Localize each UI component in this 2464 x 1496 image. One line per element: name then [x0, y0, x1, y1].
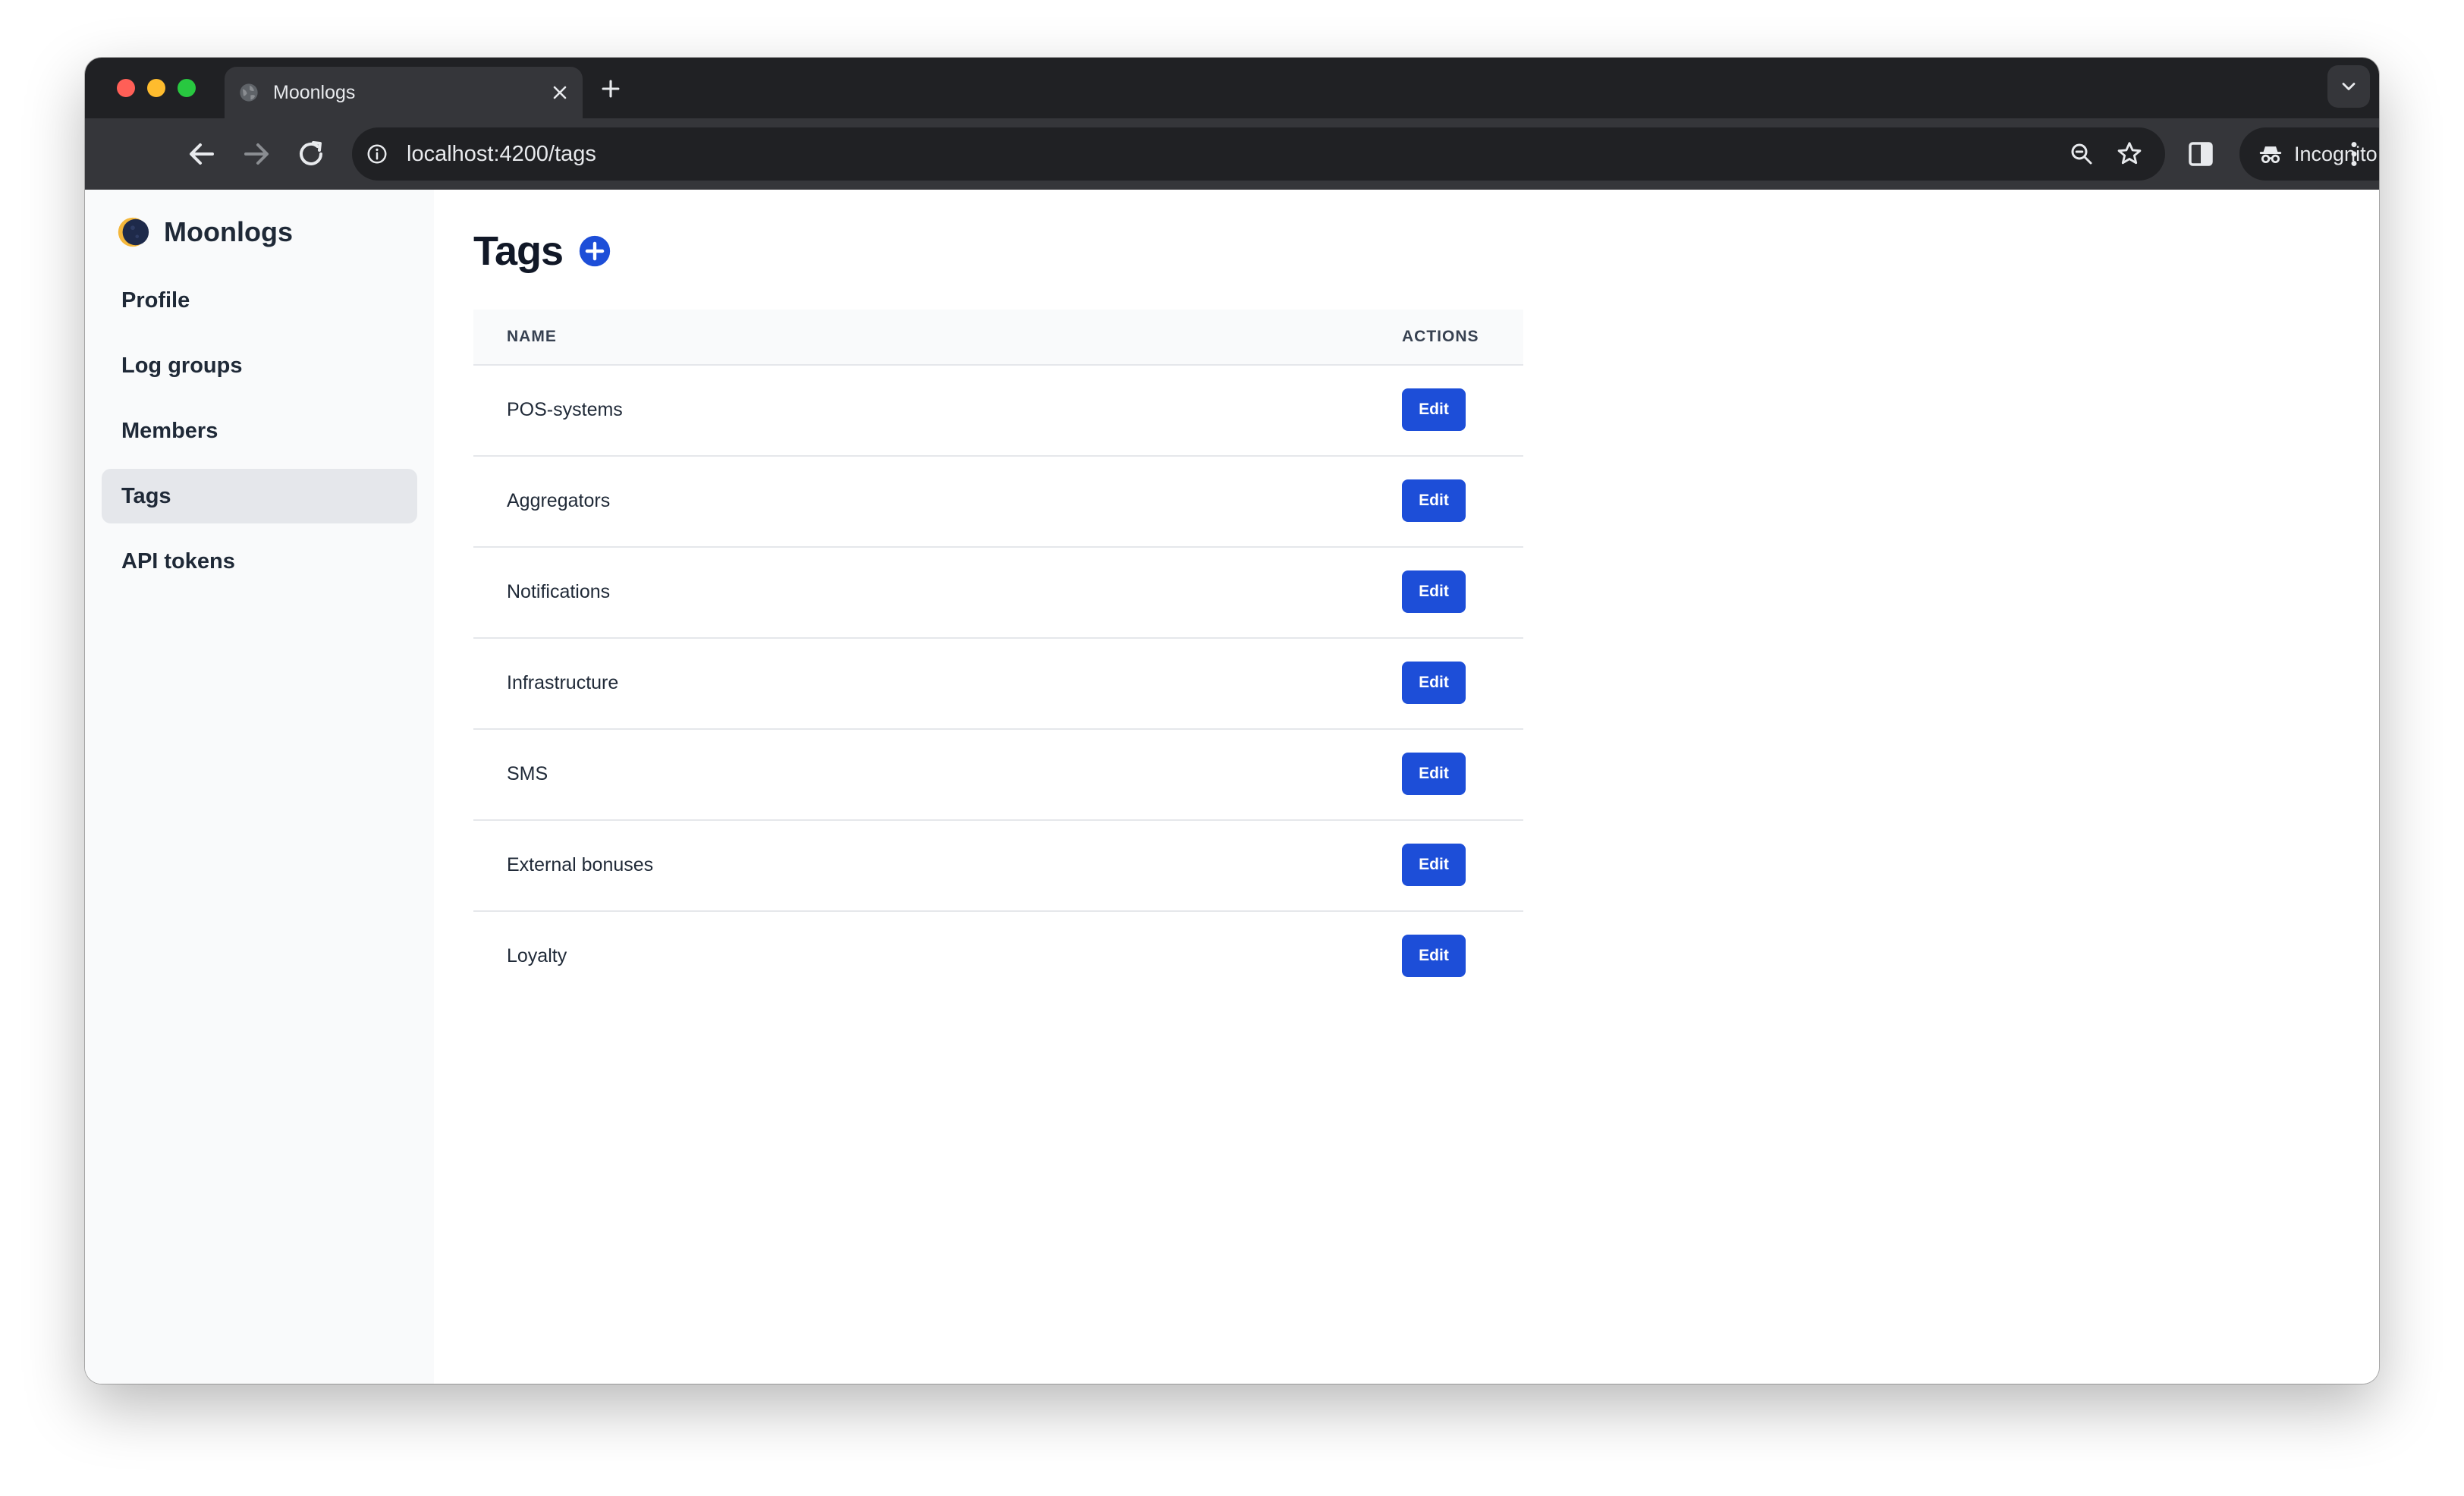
- tag-name: POS-systems: [507, 399, 623, 420]
- sidebar-item-members[interactable]: Members: [102, 404, 417, 458]
- table-row: Notifications Edit: [473, 548, 1523, 639]
- edit-button[interactable]: Edit: [1402, 753, 1466, 795]
- chevron-down-icon: [2342, 83, 2356, 90]
- url-text: localhost:4200/tags: [407, 142, 596, 166]
- tag-name: Infrastructure: [507, 672, 619, 693]
- page-header: Tags: [473, 228, 611, 275]
- page-content: Moonlogs Profile Log groups Members Tags…: [85, 190, 2379, 1384]
- brand-name: Moonlogs: [164, 216, 293, 247]
- sidebar-item-api-tokens[interactable]: API tokens: [102, 534, 417, 589]
- browser-toolbar: localhost:4200/tags Incognito: [85, 118, 2379, 190]
- tab-strip: Moonlogs: [85, 58, 2379, 118]
- more-vertical-icon[interactable]: [2337, 137, 2371, 171]
- column-header-actions: ACTIONS: [1402, 328, 1479, 345]
- zoom-icon[interactable]: [2068, 140, 2095, 168]
- tag-name: External bonuses: [507, 854, 654, 875]
- edit-button[interactable]: Edit: [1402, 479, 1466, 522]
- edit-button[interactable]: Edit: [1402, 844, 1466, 886]
- tag-name: SMS: [507, 763, 548, 784]
- edit-button[interactable]: Edit: [1402, 388, 1466, 431]
- minimize-window-button[interactable]: [147, 79, 165, 97]
- page-title: Tags: [473, 228, 564, 274]
- table-row: Loyalty Edit: [473, 912, 1523, 1001]
- column-header-name: NAME: [507, 328, 557, 345]
- moon-logo-icon: [118, 217, 149, 247]
- reload-icon[interactable]: [293, 136, 329, 172]
- edit-button[interactable]: Edit: [1402, 935, 1466, 977]
- tag-name: Loyalty: [507, 945, 567, 966]
- tags-table: NAME ACTIONS POS-systems Edit Aggregator…: [473, 310, 1523, 1001]
- maximize-window-button[interactable]: [178, 79, 196, 97]
- tag-name: Aggregators: [507, 490, 611, 511]
- table-row: SMS Edit: [473, 730, 1523, 821]
- table-row: POS-systems Edit: [473, 366, 1523, 457]
- new-tab-icon[interactable]: [598, 76, 624, 102]
- sidebar-item-profile[interactable]: Profile: [102, 273, 417, 328]
- back-arrow-icon[interactable]: [184, 136, 220, 172]
- main-content: Tags NAME ACTIONS POS-systems Edit Aggre…: [434, 190, 2379, 1384]
- brand[interactable]: Moonlogs: [115, 212, 293, 252]
- edit-button[interactable]: Edit: [1402, 570, 1466, 613]
- address-bar[interactable]: localhost:4200/tags: [352, 127, 2165, 181]
- incognito-icon: [2259, 146, 2282, 164]
- bookmark-star-icon[interactable]: [2115, 140, 2144, 168]
- site-info-icon[interactable]: [366, 143, 388, 165]
- browser-tab[interactable]: Moonlogs: [225, 67, 583, 118]
- table-row: External bonuses Edit: [473, 821, 1523, 912]
- table-row: Infrastructure Edit: [473, 639, 1523, 730]
- tab-search-button[interactable]: [2327, 65, 2370, 108]
- table-header: NAME ACTIONS: [473, 310, 1523, 366]
- close-tab-icon[interactable]: [549, 82, 570, 103]
- plus-circle-icon[interactable]: [578, 234, 611, 268]
- sidebar-item-log-groups[interactable]: Log groups: [102, 338, 417, 393]
- sidebar-item-tags[interactable]: Tags: [102, 469, 417, 523]
- close-window-button[interactable]: [117, 79, 135, 97]
- sidebar: Moonlogs Profile Log groups Members Tags…: [85, 190, 434, 1384]
- side-panel-icon[interactable]: [2185, 138, 2217, 170]
- globe-icon: [240, 83, 258, 102]
- tab-title: Moonlogs: [273, 82, 356, 103]
- tag-name: Notifications: [507, 581, 611, 602]
- table-row: Aggregators Edit: [473, 457, 1523, 548]
- browser-window: Moonlogs localhost:4200/tags Incognito M…: [85, 58, 2379, 1384]
- forward-arrow-icon[interactable]: [238, 136, 275, 172]
- edit-button[interactable]: Edit: [1402, 662, 1466, 704]
